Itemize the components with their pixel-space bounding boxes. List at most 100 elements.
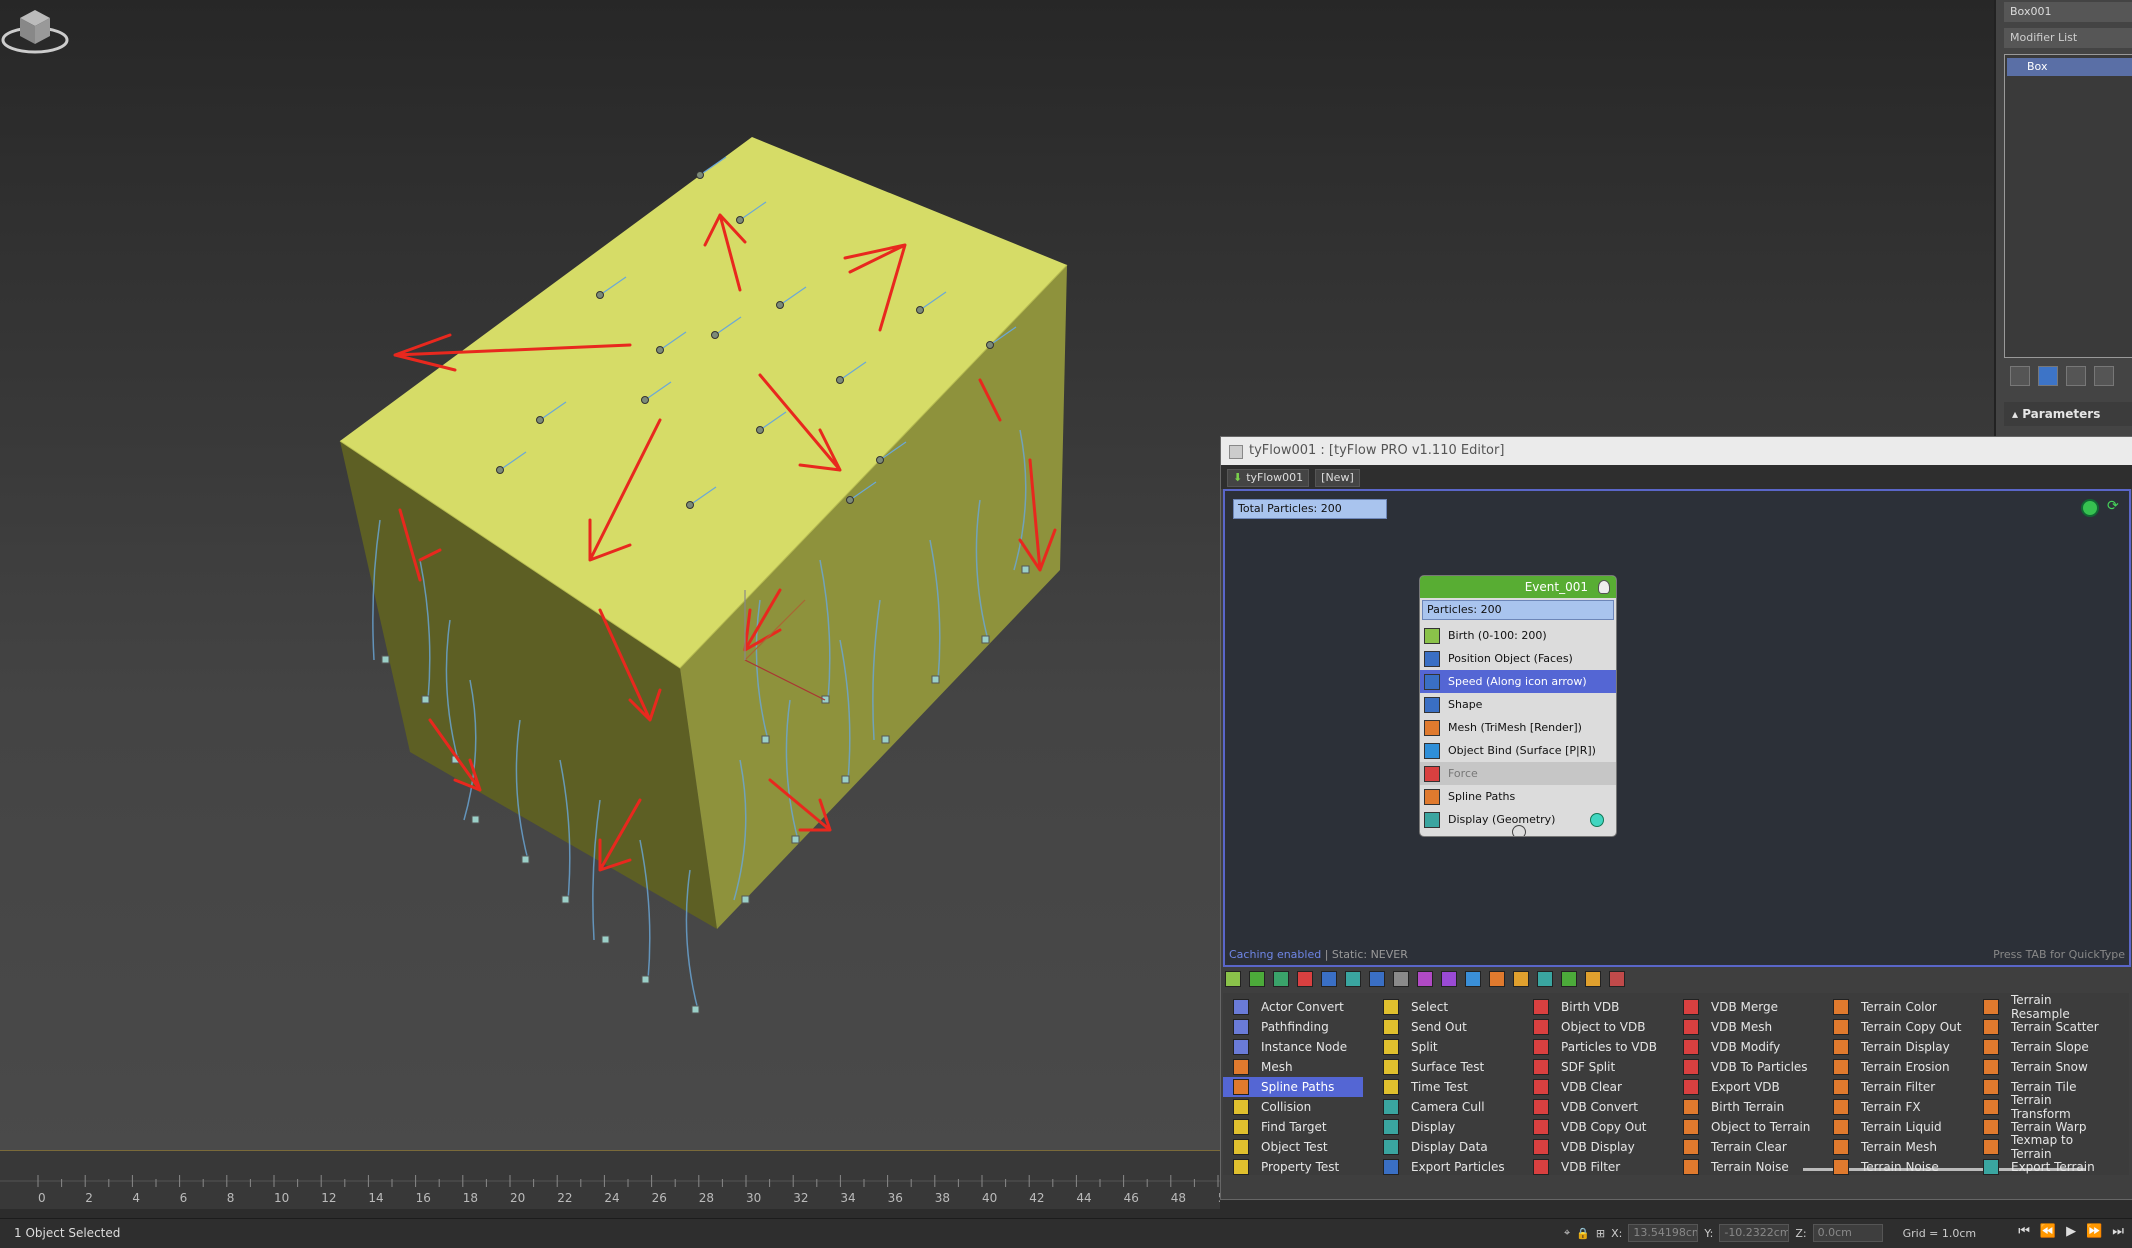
palette-item[interactable]: Property Test xyxy=(1223,1157,1363,1177)
palette-item[interactable]: Pathfinding xyxy=(1223,1017,1363,1037)
category-filter-icon[interactable] xyxy=(1609,971,1625,987)
event-node[interactable]: Event_001 Particles: 200 Birth (0-100: 2… xyxy=(1419,575,1617,837)
palette-item[interactable]: Terrain Slope xyxy=(1973,1037,2113,1057)
palette-item[interactable]: Object to VDB xyxy=(1523,1017,1663,1037)
tab-new[interactable]: [New] xyxy=(1315,469,1360,487)
modifier-list-dropdown[interactable]: Modifier List xyxy=(2004,28,2132,48)
palette-item[interactable]: Split xyxy=(1373,1037,1513,1057)
palette-item[interactable]: Birth VDB xyxy=(1523,997,1663,1017)
timeline[interactable]: 0 2 4 6 8 10 12 14 16 18 20 22 24 26 28 30 32 34 36 38 40 42 4… xyxy=(0,1150,1220,1209)
operator-item[interactable]: Force xyxy=(1420,762,1616,785)
make-unique-icon[interactable] xyxy=(2066,366,2086,386)
palette-item[interactable]: VDB Display xyxy=(1523,1137,1663,1157)
operator-item[interactable]: Speed (Along icon arrow) xyxy=(1420,670,1616,693)
tyflow-title-bar[interactable]: tyFlow001 : [tyFlow PRO v1.110 Editor] xyxy=(1221,437,2132,465)
operator-item[interactable]: Shape xyxy=(1420,693,1616,716)
palette-item[interactable]: Send Out xyxy=(1373,1017,1513,1037)
palette-item[interactable]: Terrain Snow xyxy=(1973,1057,2113,1077)
palette-item[interactable]: Terrain Resample xyxy=(1973,993,2113,1021)
palette-item[interactable]: SDF Split xyxy=(1523,1057,1663,1077)
crosshair-icon[interactable]: ⌖ xyxy=(1564,1226,1570,1240)
palette-item[interactable]: Birth Terrain xyxy=(1673,1097,1813,1117)
palette-item[interactable]: Terrain FX xyxy=(1823,1097,1963,1117)
flow-status-icon[interactable] xyxy=(2081,499,2099,517)
palette-item[interactable]: VDB Convert xyxy=(1523,1097,1663,1117)
z-coordinate-field[interactable]: 0.0cm xyxy=(1812,1224,1883,1242)
palette-item[interactable]: Terrain Display xyxy=(1823,1037,1963,1057)
category-filter-icon[interactable] xyxy=(1345,971,1361,987)
modifier-stack-item-box[interactable]: Box xyxy=(2007,58,2132,76)
category-filter-icon[interactable] xyxy=(1513,971,1529,987)
category-filter-icon[interactable] xyxy=(1441,971,1457,987)
category-filter-icon[interactable] xyxy=(1537,971,1553,987)
operator-item[interactable]: Birth (0-100: 200) xyxy=(1420,624,1616,647)
palette-item[interactable]: Display xyxy=(1373,1117,1513,1137)
lock-icon[interactable]: 🔒 xyxy=(1576,1227,1590,1240)
modifier-stack[interactable]: Box xyxy=(2004,54,2132,358)
refresh-icon[interactable]: ⟳ xyxy=(2107,498,2123,514)
operator-item[interactable]: Position Object (Faces) xyxy=(1420,647,1616,670)
palette-item[interactable]: Find Target xyxy=(1223,1117,1363,1137)
palette-item[interactable]: Object Test xyxy=(1223,1137,1363,1157)
palette-item[interactable]: Camera Cull xyxy=(1373,1097,1513,1117)
palette-item[interactable]: Terrain Scatter xyxy=(1973,1017,2113,1037)
palette-item[interactable]: Terrain Liquid xyxy=(1823,1117,1963,1137)
event-header[interactable]: Event_001 xyxy=(1420,576,1616,598)
next-frame-icon[interactable]: ⏩ xyxy=(2086,1224,2102,1239)
palette-item[interactable]: Collision xyxy=(1223,1097,1363,1117)
palette-item[interactable]: VDB Clear xyxy=(1523,1077,1663,1097)
category-filter-icon[interactable] xyxy=(1273,971,1289,987)
palette-item[interactable]: Terrain Copy Out xyxy=(1823,1017,1963,1037)
category-filter-icon[interactable] xyxy=(1561,971,1577,987)
category-filter-icon[interactable] xyxy=(1417,971,1433,987)
viewcube-icon[interactable] xyxy=(0,0,70,56)
category-filter-icon[interactable] xyxy=(1249,971,1265,987)
flow-canvas[interactable]: Total Particles: 200 ⟳ Event_001 Particl… xyxy=(1223,489,2131,967)
category-filter-icon[interactable] xyxy=(1225,971,1241,987)
category-filter-icon[interactable] xyxy=(1297,971,1313,987)
palette-item[interactable]: Particles to VDB xyxy=(1523,1037,1663,1057)
palette-item[interactable]: Instance Node xyxy=(1223,1037,1363,1057)
absolute-mode-icon[interactable]: ⊞ xyxy=(1596,1227,1605,1240)
palette-item[interactable]: Terrain Noise xyxy=(1673,1157,1813,1177)
palette-item[interactable]: Terrain Erosion xyxy=(1823,1057,1963,1077)
palette-item[interactable]: Export Particles xyxy=(1373,1157,1513,1177)
remove-modifier-icon[interactable] xyxy=(2094,366,2114,386)
category-filter-icon[interactable] xyxy=(1321,971,1337,987)
palette-item[interactable]: Terrain Color xyxy=(1823,997,1963,1017)
y-coordinate-field[interactable]: -10.2322cm xyxy=(1719,1224,1790,1242)
palette-item[interactable]: Surface Test xyxy=(1373,1057,1513,1077)
show-end-result-icon[interactable] xyxy=(2038,366,2058,386)
palette-item[interactable]: VDB Modify xyxy=(1673,1037,1813,1057)
operator-item[interactable]: Object Bind (Surface [P|R]) xyxy=(1420,739,1616,762)
go-to-start-icon[interactable]: ⏮ xyxy=(2018,1224,2030,1239)
palette-item[interactable]: Display Data xyxy=(1373,1137,1513,1157)
palette-item[interactable]: VDB Mesh xyxy=(1673,1017,1813,1037)
palette-item[interactable]: Select xyxy=(1373,997,1513,1017)
palette-item[interactable]: Terrain Clear xyxy=(1673,1137,1813,1157)
parameters-rollout[interactable]: ▴ Parameters xyxy=(2004,402,2132,426)
palette-item[interactable]: Terrain Mesh xyxy=(1823,1137,1963,1157)
palette-item[interactable]: VDB Merge xyxy=(1673,997,1813,1017)
event-output-port[interactable] xyxy=(1512,825,1526,836)
x-coordinate-field[interactable]: 13.54198cm xyxy=(1628,1224,1699,1242)
palette-item[interactable]: Actor Convert xyxy=(1223,997,1363,1017)
scene-box[interactable] xyxy=(0,0,1220,1150)
palette-item[interactable]: Export Terrain xyxy=(1973,1157,2113,1177)
go-to-end-icon[interactable]: ⏭ xyxy=(2112,1224,2124,1239)
palette-item[interactable]: VDB To Particles xyxy=(1673,1057,1813,1077)
category-filter-icon[interactable] xyxy=(1369,971,1385,987)
palette-item[interactable]: Terrain Transform xyxy=(1973,1093,2113,1121)
palette-item[interactable]: Object to Terrain xyxy=(1673,1117,1813,1137)
display-toggle-icon[interactable] xyxy=(1590,813,1604,827)
palette-item[interactable]: VDB Filter xyxy=(1523,1157,1663,1177)
palette-item[interactable]: Terrain Noise xyxy=(1823,1157,1963,1177)
category-filter-icon[interactable] xyxy=(1393,971,1409,987)
category-filter-icon[interactable] xyxy=(1489,971,1505,987)
time-ruler[interactable]: 0 2 4 6 8 10 12 14 16 18 20 22 24 26 28 30 32 34 36 38 40 42 4… xyxy=(0,1151,1220,1209)
previous-frame-icon[interactable]: ⏪ xyxy=(2040,1224,2056,1239)
palette-item[interactable]: Terrain Filter xyxy=(1823,1077,1963,1097)
category-filter-icon[interactable] xyxy=(1465,971,1481,987)
pin-stack-icon[interactable] xyxy=(2010,366,2030,386)
lightbulb-icon[interactable] xyxy=(1598,580,1610,594)
